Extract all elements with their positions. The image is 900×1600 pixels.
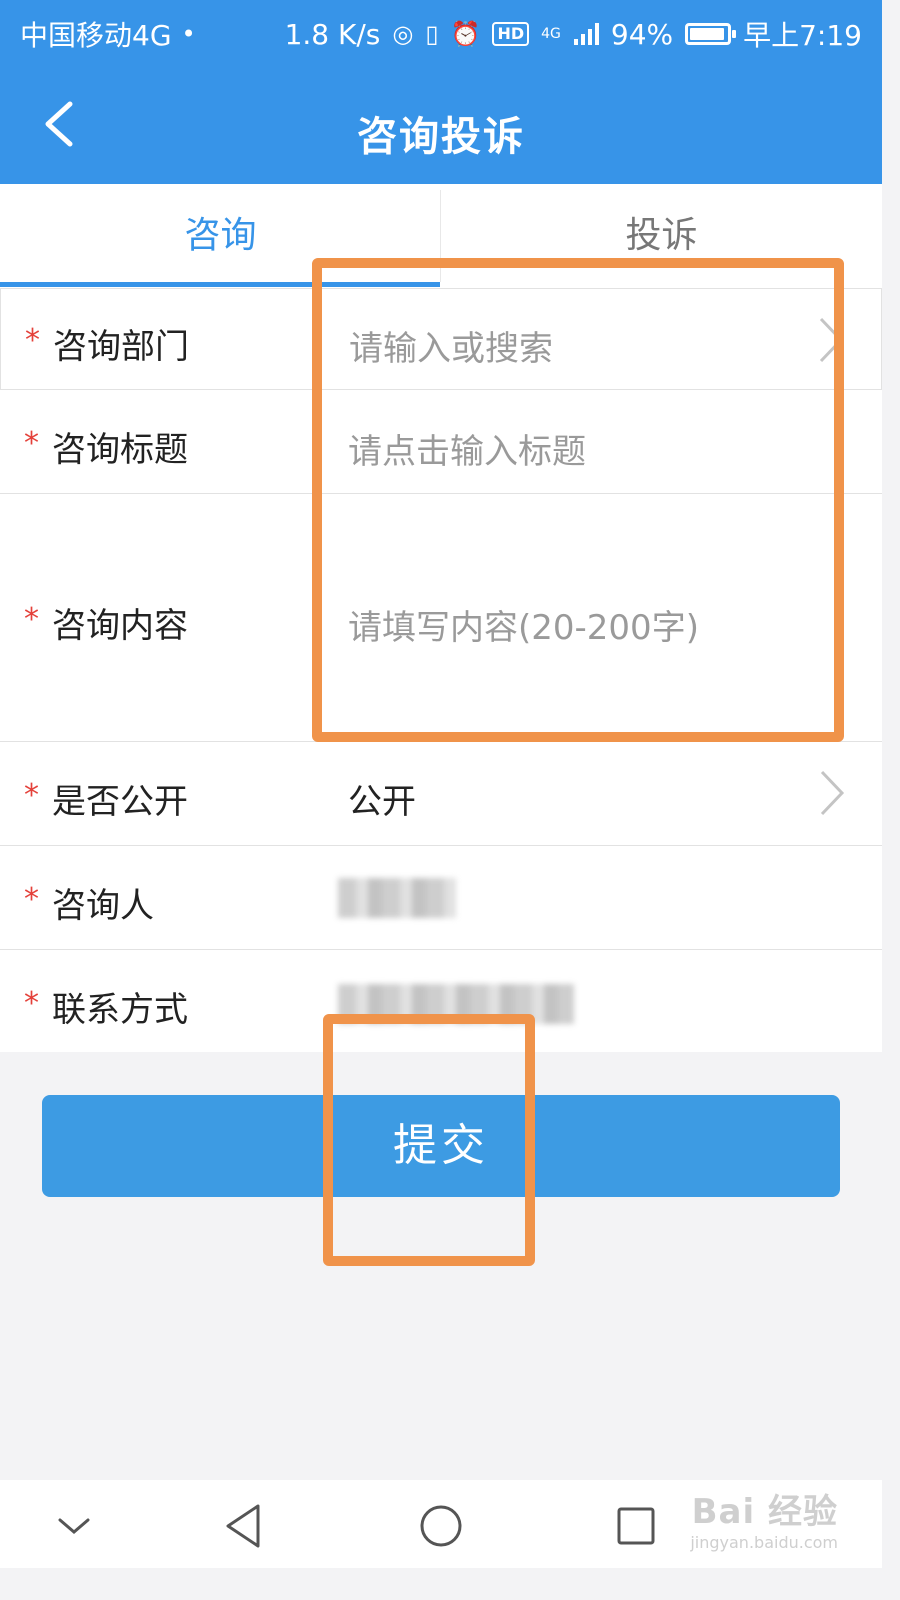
watermark-url: jingyan.baidu.com [690,1533,838,1552]
department-row[interactable]: * 咨询部门 请输入或搜索 [0,288,882,390]
content-textarea[interactable]: 请填写内容(20-200字) [348,600,699,649]
submit-button[interactable]: 提交 [42,1095,840,1197]
redacted-name [338,878,456,918]
contact-label: 联系方式 [52,990,188,1030]
chevron-right-icon [820,770,845,816]
hotspot-icon: ◎ [392,20,414,48]
network-speed: 1.8 K/s [284,17,381,51]
department-label: 咨询部门 [53,327,189,367]
tab-bar: 咨询 投诉 [0,184,882,288]
department-input[interactable]: 请输入或搜索 [349,321,553,370]
carrier-label: 中国移动4G [20,19,172,52]
clock: 早上7:19 [743,19,862,52]
status-bar-left: 中国移动4G • [20,14,196,54]
chevron-right-icon [819,317,844,363]
app-bar: 咨询投诉 [0,66,882,184]
signal-icon [573,23,599,45]
required-mark: * [24,882,39,917]
chevron-down-icon[interactable] [44,1498,104,1554]
vibrate-icon: ▯ [425,20,439,48]
network-type: 4G [541,26,561,42]
required-mark: * [24,602,39,637]
baidu-watermark: Bai 经验 jingyan.baidu.com [690,1484,838,1552]
hd-badge: HD [492,22,530,46]
consultant-row[interactable]: * 咨询人 [0,846,882,950]
public-label: 是否公开 [52,782,188,822]
tab-complaint[interactable]: 投诉 [441,184,882,288]
battery-percent: 94% [610,17,674,51]
recents-square-icon[interactable] [606,1498,666,1554]
home-circle-icon[interactable] [411,1498,471,1554]
active-tab-indicator [0,282,440,287]
watermark-logo: Bai 经验 [691,1492,838,1532]
page-title: 咨询投诉 [357,114,525,160]
title-input[interactable]: 请点击输入标题 [348,424,586,473]
title-row[interactable]: * 咨询标题 请点击输入标题 [0,390,882,494]
consult-form: * 咨询部门 请输入或搜索 * 咨询标题 请点击输入标题 * 咨询内容 请填写内… [0,288,882,1052]
back-triangle-icon[interactable] [214,1498,274,1554]
required-mark: * [25,323,40,358]
tab-consult[interactable]: 咨询 [0,184,441,288]
title-label: 咨询标题 [52,430,188,470]
status-bar-right: 1.8 K/s ◎ ▯ ⏰ HD 4G 94% 早上7:19 [285,14,862,54]
content-row[interactable]: * 咨询内容 请填写内容(20-200字) [0,494,882,742]
alarm-icon: ⏰ [450,20,481,48]
content-label: 咨询内容 [52,606,188,646]
required-mark: * [24,426,39,461]
redacted-phone [338,984,574,1024]
required-mark: * [24,778,39,813]
consultant-label: 咨询人 [52,886,154,926]
battery-icon [685,23,737,45]
contact-row[interactable]: * 联系方式 [0,950,882,1052]
required-mark: * [24,986,39,1021]
public-row[interactable]: * 是否公开 公开 [0,742,882,846]
status-bar: 中国移动4G • 1.8 K/s ◎ ▯ ⏰ HD 4G 94% 早上7:19 [0,0,882,66]
battery-fill [690,28,725,40]
public-value[interactable]: 公开 [348,774,416,823]
location-dot-icon: • [181,20,196,48]
